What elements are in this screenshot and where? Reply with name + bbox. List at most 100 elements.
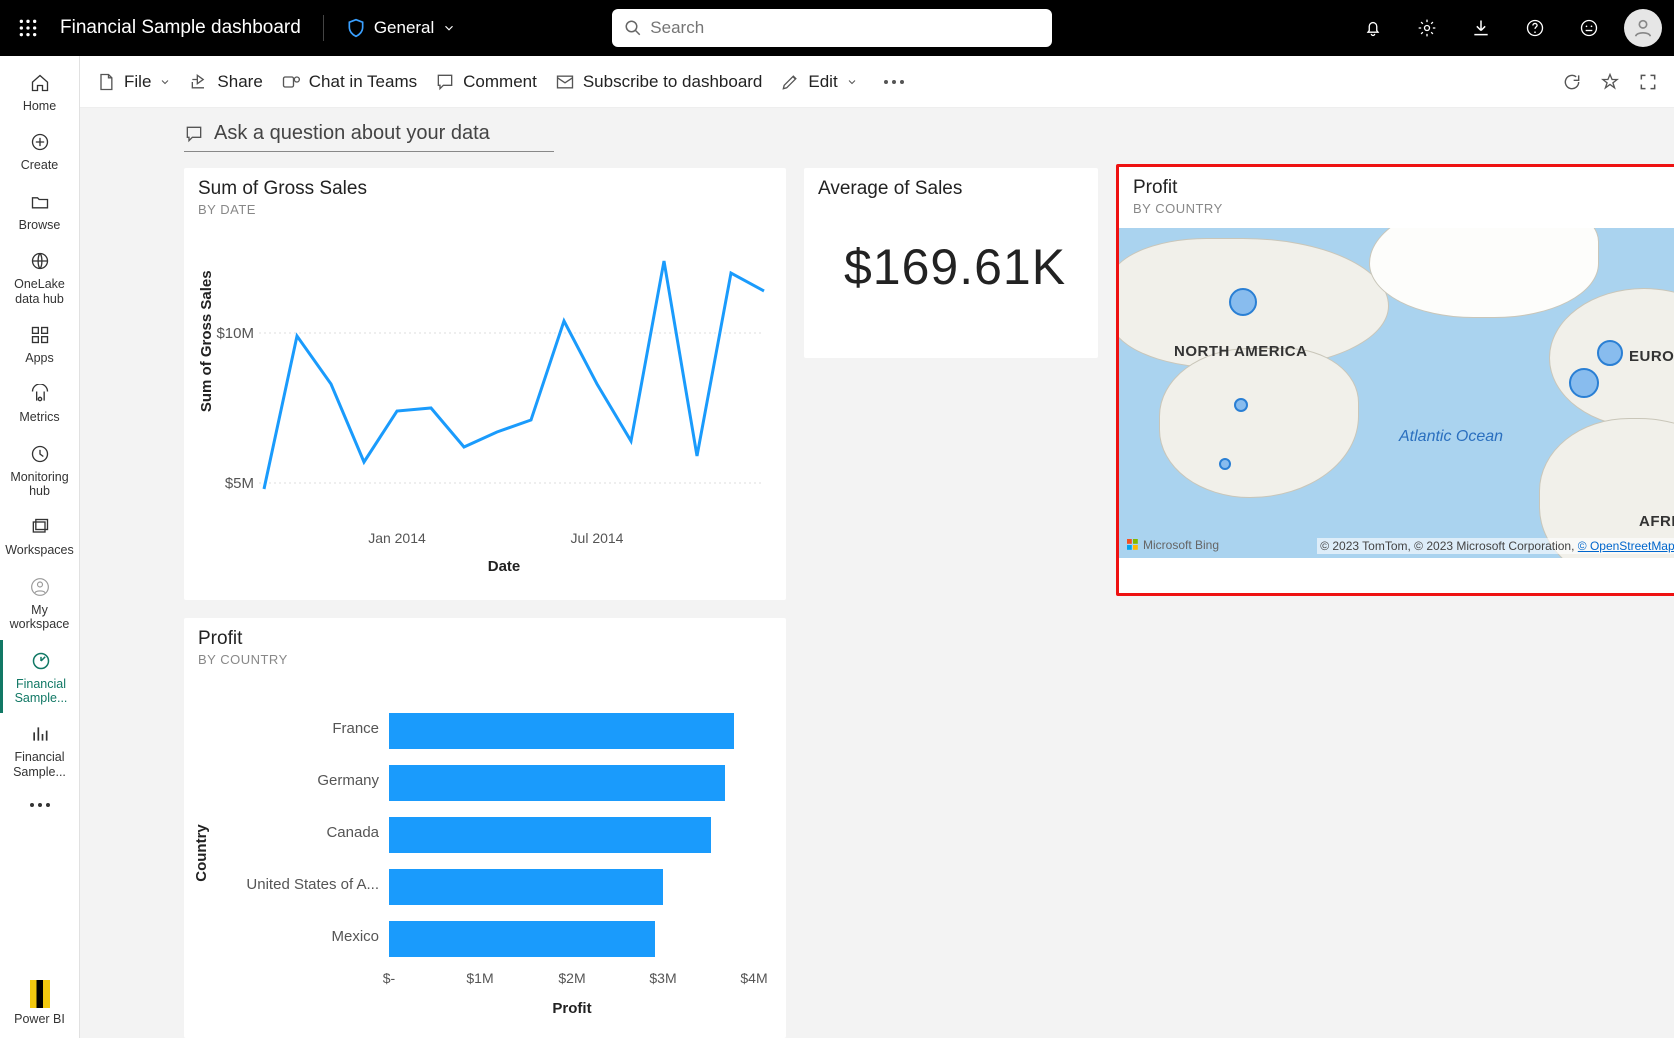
toolbar-more[interactable] [876, 72, 912, 92]
svg-text:Mexico: Mexico [331, 928, 379, 945]
qa-placeholder: Ask a question about your data [214, 122, 490, 145]
nav-footer: Power BI [0, 980, 80, 1038]
tile-subtitle: BY DATE [198, 202, 772, 217]
map-label-eu: EUROPE [1629, 348, 1674, 365]
subscribe-icon [555, 72, 575, 92]
osm-link[interactable]: © OpenStreetMap [1578, 539, 1674, 553]
map-label-af: AFRICA [1639, 513, 1674, 530]
tile-title: Sum of Gross Sales [198, 178, 772, 202]
bubble-germany[interactable] [1597, 340, 1623, 366]
svg-text:$-: $- [383, 970, 396, 986]
chevron-down-icon [846, 76, 858, 88]
tile-title: Profit [1133, 177, 1674, 201]
tile-kpi-avg-sales[interactable]: Average of Sales $169.61K [804, 168, 1098, 358]
sensitivity-label: General [374, 18, 434, 38]
nav-apps[interactable]: Apps [0, 314, 80, 373]
downloads-button[interactable] [1462, 9, 1500, 47]
sensitivity-dropdown[interactable]: General [346, 18, 456, 38]
svg-text:Country: Country [193, 824, 210, 882]
nav-home[interactable]: Home [0, 62, 80, 121]
refresh-button[interactable] [1562, 72, 1582, 92]
share-icon [189, 72, 209, 92]
dashboard-canvas: Ask a question about your data Sum of Gr… [80, 108, 1674, 1038]
map-label-ocean: Atlantic Ocean [1399, 428, 1503, 446]
file-menu[interactable]: File [96, 72, 171, 92]
kpi-value: $169.61K [804, 208, 1098, 296]
tile-profit-map[interactable]: Profit BY COUNTRY NORTH AMERICA EUROPE A… [1116, 164, 1674, 596]
svg-text:$2M: $2M [558, 970, 585, 986]
svg-text:Profit: Profit [552, 1000, 591, 1017]
search-icon [624, 19, 642, 37]
map-attribution: © 2023 TomTom, © 2023 Microsoft Corporat… [1317, 538, 1674, 554]
y-axis-label: Country [193, 824, 210, 882]
share-button[interactable]: Share [189, 72, 262, 92]
dashboard-title: Financial Sample dashboard [60, 17, 301, 39]
x-axis-label: Date [488, 558, 521, 575]
ytick-5m: $5M [225, 475, 254, 492]
nav-monitoring[interactable]: Monitoring hub [0, 433, 80, 507]
left-nav: Home Create Browse OneLake data hub Apps… [0, 56, 80, 1038]
tile-subtitle: BY COUNTRY [198, 652, 772, 667]
tile-title: Profit [198, 628, 772, 652]
bar-chart-svg: Country France Germany Canada United Sta… [184, 673, 784, 1033]
comment-button[interactable]: Comment [435, 72, 537, 92]
line-chart-svg: $10M $5M Jan 2014 Jul 2014 Date [184, 223, 774, 593]
feedback-button[interactable] [1570, 9, 1608, 47]
nav-workspaces[interactable]: Workspaces [0, 506, 80, 565]
bubble-canada[interactable] [1229, 288, 1257, 316]
fullscreen-icon [1638, 72, 1658, 92]
nav-financial-sample-dashboard[interactable]: Financial Sample... [0, 640, 80, 714]
favorite-button[interactable] [1600, 72, 1620, 92]
tile-profit-bar[interactable]: Profit BY COUNTRY Country France Germany… [184, 618, 786, 1038]
divider [323, 15, 324, 41]
notifications-button[interactable] [1354, 9, 1392, 47]
help-button[interactable] [1516, 9, 1554, 47]
svg-text:$1M: $1M [466, 970, 493, 986]
nav-browse[interactable]: Browse [0, 181, 80, 240]
tile-gross-sales-line[interactable]: Sum of Gross Sales BY DATE Sum of Gross … [184, 168, 786, 600]
qa-input[interactable]: Ask a question about your data [184, 122, 554, 152]
bubble-france[interactable] [1569, 368, 1599, 398]
powerbi-logo-icon [30, 980, 50, 1008]
global-search[interactable] [612, 9, 1052, 47]
refresh-icon [1562, 72, 1582, 92]
powerbi-label: Power BI [14, 1012, 65, 1026]
nav-metrics[interactable]: Metrics [0, 373, 80, 432]
y-axis-label: Sum of Gross Sales [198, 270, 215, 412]
nav-onelake[interactable]: OneLake data hub [0, 240, 80, 314]
star-icon [1600, 72, 1620, 92]
subscribe-button[interactable]: Subscribe to dashboard [555, 72, 763, 92]
bubble-mexico[interactable] [1219, 458, 1231, 470]
comment-icon [184, 124, 204, 144]
account-button[interactable] [1624, 9, 1662, 47]
dashboard-toolbar: File Share Chat in Teams Comment Subscri… [80, 56, 1674, 108]
main-area: File Share Chat in Teams Comment Subscri… [80, 56, 1674, 1038]
svg-text:Canada: Canada [326, 824, 379, 841]
settings-button[interactable] [1408, 9, 1446, 47]
tile-subtitle: BY COUNTRY [1133, 201, 1674, 216]
nav-more[interactable] [28, 787, 52, 825]
teams-icon [281, 72, 301, 92]
edit-menu[interactable]: Edit [780, 72, 857, 92]
ytick-10m: $10M [216, 325, 254, 342]
svg-text:$4M: $4M [740, 970, 767, 986]
global-header: Financial Sample dashboard General [0, 0, 1674, 56]
nav-my-workspace[interactable]: My workspace [0, 566, 80, 640]
svg-text:France: France [332, 720, 379, 737]
nav-create[interactable]: Create [0, 121, 80, 180]
svg-text:Germany: Germany [317, 772, 379, 789]
search-input[interactable] [650, 18, 1040, 38]
tile-title: Average of Sales [818, 178, 1084, 202]
app-launcher-button[interactable] [12, 12, 44, 44]
svg-text:United States of A...: United States of A... [246, 876, 379, 893]
fullscreen-button[interactable] [1638, 72, 1658, 92]
map-visual[interactable]: NORTH AMERICA EUROPE AFRICA Atlantic Oce… [1119, 228, 1674, 558]
chevron-down-icon [159, 76, 171, 88]
xtick-jan: Jan 2014 [368, 530, 426, 546]
nav-financial-sample-report[interactable]: Financial Sample... [0, 713, 80, 787]
chevron-down-icon [442, 21, 456, 35]
chat-teams-button[interactable]: Chat in Teams [281, 72, 417, 92]
edit-icon [780, 72, 800, 92]
bubble-usa[interactable] [1234, 398, 1248, 412]
comment-icon [435, 72, 455, 92]
